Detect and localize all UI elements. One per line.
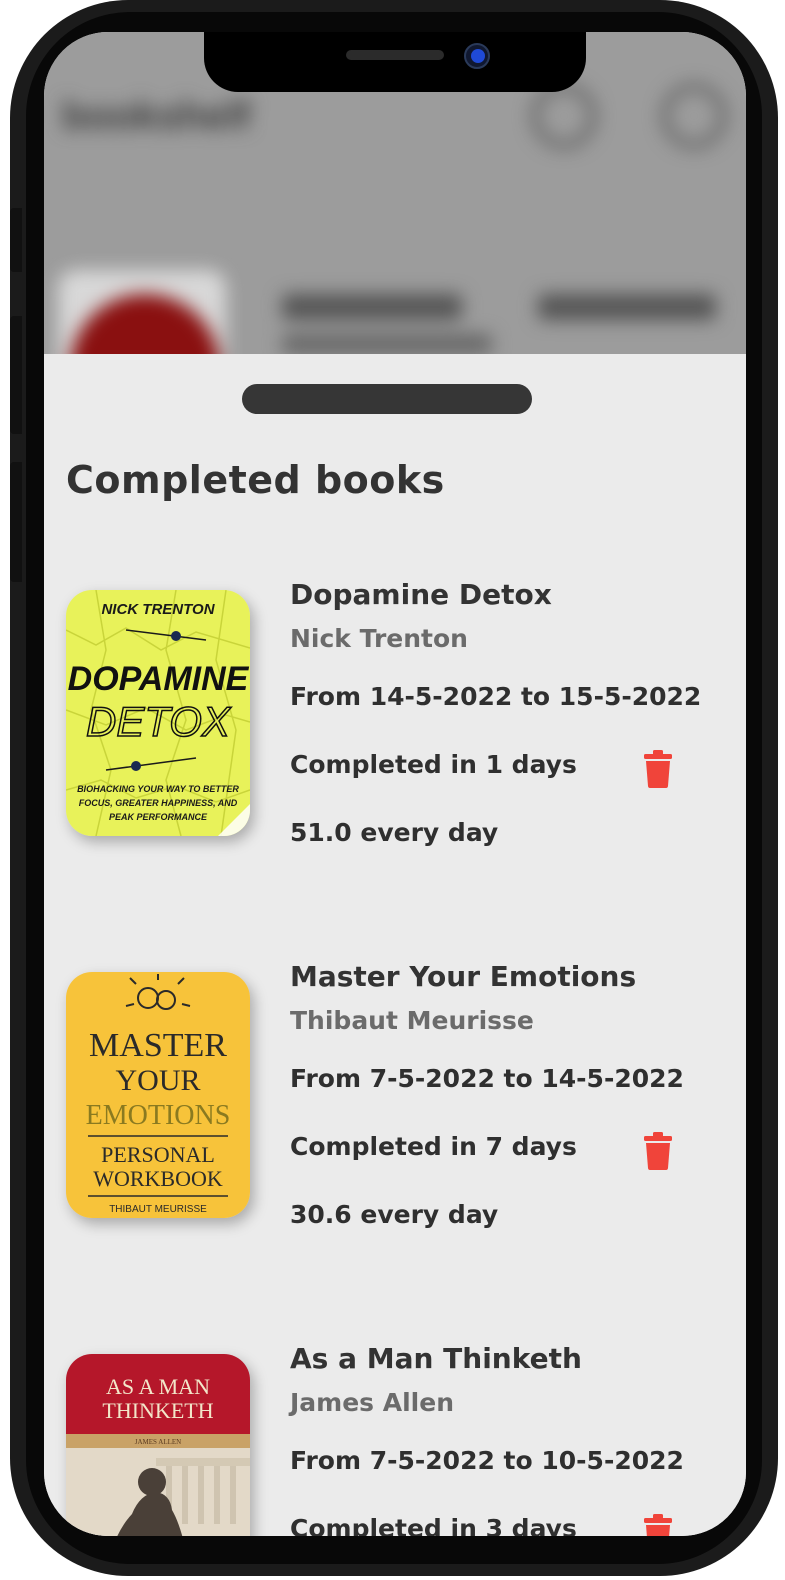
book-cover: AS A MAN THINKETH JAMES ALLEN <box>66 1354 250 1536</box>
cover-title-line1: AS A MAN <box>106 1374 210 1399</box>
book-daily-rate: 30.6 every day <box>290 1200 499 1229</box>
book-item[interactable]: NICK TRENTON DOPAMINE DETOX BIOHACKING Y… <box>66 578 706 850</box>
book-author: James Allen <box>290 1388 455 1417</box>
book-title: As a Man Thinketh <box>290 1342 582 1375</box>
svg-text:BIOHACKING YOUR WAY TO BETTER: BIOHACKING YOUR WAY TO BETTER <box>77 784 239 794</box>
cover-author-text: THIBAUT MEURISSE <box>109 1204 207 1215</box>
volume-up-button <box>10 316 22 434</box>
svg-text:FOCUS, GREATER HAPPINESS, AND: FOCUS, GREATER HAPPINESS, AND <box>79 798 238 808</box>
book-date-range: From 7-5-2022 to 10-5-2022 <box>290 1446 684 1475</box>
cover-title-line4: PERSONAL <box>101 1142 215 1167</box>
book-title: Dopamine Detox <box>290 578 552 611</box>
book-author: Nick Trenton <box>290 624 468 653</box>
book-completed-duration: Completed in 1 days <box>290 750 577 779</box>
cover-title-line2: THINKETH <box>102 1398 213 1423</box>
earpiece-speaker <box>346 50 444 60</box>
book-date-range: From 14-5-2022 to 15-5-2022 <box>290 682 702 711</box>
mute-switch <box>10 208 22 272</box>
trash-icon[interactable] <box>642 750 674 788</box>
book-item[interactable]: MASTER YOUR EMOTIONS PERSONAL WORKBOOK T… <box>66 960 706 1232</box>
cover-title-line2: DETOX <box>86 698 232 745</box>
screen: bookshelf Completed books NICK TRENTON D… <box>44 32 746 1536</box>
book-completed-duration: Completed in 7 days <box>290 1132 577 1161</box>
book-author: Thibaut Meurisse <box>290 1006 534 1035</box>
book-cover: NICK TRENTON DOPAMINE DETOX BIOHACKING Y… <box>66 590 250 836</box>
book-item[interactable]: AS A MAN THINKETH JAMES ALLEN As a Man T… <box>66 1342 706 1536</box>
background-app-title: bookshelf <box>62 94 251 138</box>
cover-title-line5: WORKBOOK <box>93 1166 223 1191</box>
cover-author-text: NICK TRENTON <box>101 601 215 618</box>
cover-title-line3: EMOTIONS <box>86 1100 231 1131</box>
svg-text:PEAK PERFORMANCE: PEAK PERFORMANCE <box>109 812 208 822</box>
volume-down-button <box>10 462 22 582</box>
background-add-icon <box>662 84 726 148</box>
cover-title-line1: DOPAMINE <box>68 660 250 698</box>
front-camera <box>464 43 490 69</box>
book-cover: MASTER YOUR EMOTIONS PERSONAL WORKBOOK T… <box>66 972 250 1218</box>
background-search-icon <box>532 84 596 148</box>
phone-notch <box>204 32 586 92</box>
trash-icon[interactable] <box>642 1514 674 1536</box>
book-date-range: From 7-5-2022 to 14-5-2022 <box>290 1064 684 1093</box>
cover-title-line2: YOUR <box>115 1064 200 1097</box>
completed-books-sheet: Completed books NICK TRENTON DOPAMINE DE… <box>44 354 746 1536</box>
cover-title-line1: MASTER <box>89 1027 227 1064</box>
sheet-title: Completed books <box>66 458 445 502</box>
book-title: Master Your Emotions <box>290 960 637 993</box>
cover-author-text: JAMES ALLEN <box>135 1438 181 1446</box>
sheet-drag-handle[interactable] <box>242 384 532 414</box>
book-completed-duration: Completed in 3 days <box>290 1514 577 1536</box>
book-daily-rate: 51.0 every day <box>290 818 499 847</box>
trash-icon[interactable] <box>642 1132 674 1170</box>
